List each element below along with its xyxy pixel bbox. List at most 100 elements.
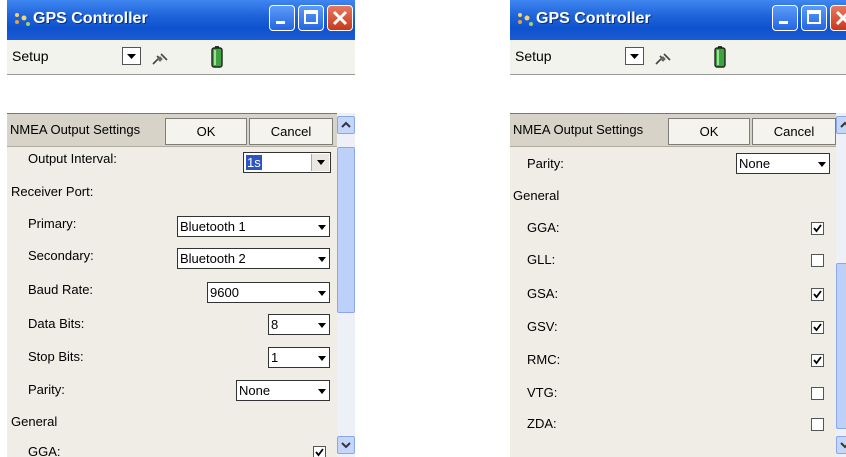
receiver-port-label: Receiver Port: (11, 184, 94, 199)
vtg-label: VTG: (527, 385, 558, 400)
settings-header: NMEA Output Settings OK Cancel (7, 114, 355, 147)
parity-value: None (739, 156, 771, 171)
chevron-down-icon (127, 54, 136, 59)
satellite-icon (152, 53, 168, 65)
general-label: General (11, 414, 58, 429)
output-interval-label: Output Interval: (28, 151, 117, 166)
rmc-label: RMC: (527, 352, 561, 367)
close-button[interactable] (327, 5, 353, 31)
window-title: GPS Controller (33, 10, 148, 27)
gsa-checkbox[interactable] (811, 288, 824, 301)
zda-checkbox[interactable] (811, 418, 824, 431)
secondary-port-select[interactable]: Bluetooth 2 (177, 248, 330, 269)
output-interval-select[interactable]: 1s (243, 152, 331, 173)
gll-label: GLL: (527, 252, 556, 267)
gga-checkbox[interactable] (313, 446, 326, 457)
gsa-label: GSA: (527, 286, 559, 301)
chevron-down-icon (318, 389, 326, 394)
scroll-down-button[interactable] (337, 436, 355, 454)
minimize-button[interactable] (772, 5, 798, 31)
gsv-label: GSV: (527, 319, 558, 334)
gsv-checkbox[interactable] (811, 321, 824, 334)
parity-select[interactable]: None (236, 380, 330, 401)
status-area (7, 75, 355, 114)
status-area (510, 75, 846, 114)
zda-label: ZDA: (527, 416, 557, 431)
gga-checkbox[interactable] (811, 222, 824, 235)
gga-label: GGA: (527, 220, 560, 235)
primary-port-value: Bluetooth 1 (180, 219, 246, 234)
title-bar: GPS Controller (510, 0, 846, 40)
chevron-down-icon (318, 356, 326, 361)
maximize-button[interactable] (801, 5, 827, 31)
baud-rate-value: 9600 (210, 285, 239, 300)
setup-menu[interactable]: Setup (12, 48, 49, 64)
setup-dropdown-button[interactable] (625, 47, 644, 65)
ok-button[interactable]: OK (165, 118, 247, 145)
close-icon (332, 10, 348, 26)
cancel-button[interactable]: Cancel (752, 118, 836, 145)
chevron-down-icon (840, 442, 846, 449)
scroll-thumb[interactable] (836, 263, 846, 429)
gll-checkbox[interactable] (811, 254, 824, 267)
dropdown-button[interactable] (311, 154, 329, 171)
general-label: General (513, 188, 560, 203)
chevron-down-icon (318, 225, 326, 230)
chevron-down-icon (318, 291, 326, 296)
data-bits-select[interactable]: 8 (268, 314, 330, 335)
maximize-button[interactable] (298, 5, 324, 31)
secondary-label: Secondary: (28, 248, 94, 263)
chevron-down-icon (341, 442, 351, 449)
toolbar: Setup (510, 40, 846, 75)
maximize-icon (807, 10, 821, 24)
setup-dropdown-button[interactable] (122, 47, 141, 65)
stop-bits-label: Stop Bits: (28, 349, 84, 364)
setup-menu[interactable]: Setup (515, 48, 552, 64)
settings-header: NMEA Output Settings OK Cancel (510, 114, 846, 147)
output-interval-value: 1s (246, 155, 262, 170)
chevron-down-icon (317, 160, 325, 165)
ok-button[interactable]: OK (668, 118, 750, 145)
secondary-port-value: Bluetooth 2 (180, 251, 246, 266)
close-button[interactable] (830, 5, 846, 31)
chevron-down-icon (318, 323, 326, 328)
scroll-down-button[interactable] (836, 436, 846, 454)
parity-label: Parity: (527, 156, 564, 171)
minimize-icon (779, 21, 788, 24)
stop-bits-select[interactable]: 1 (268, 347, 330, 368)
settings-list: Parity: None General GGA: GLL: GSA: GSV:… (510, 146, 836, 457)
chevron-up-icon (341, 121, 351, 128)
chevron-down-icon (818, 162, 826, 167)
primary-port-select[interactable]: Bluetooth 1 (177, 216, 330, 237)
data-bits-value: 8 (271, 317, 279, 332)
scroll-up-button[interactable] (836, 116, 846, 134)
app-icon (15, 13, 30, 26)
gga-label: GGA: (28, 444, 61, 457)
checkmark-icon (813, 356, 822, 365)
chevron-down-icon (318, 257, 326, 262)
panel-title: NMEA Output Settings (10, 122, 141, 137)
rmc-checkbox[interactable] (811, 354, 824, 367)
vertical-scrollbar[interactable] (836, 113, 846, 457)
toolbar: Setup (7, 40, 355, 75)
checkmark-icon (315, 448, 324, 457)
vertical-scrollbar[interactable] (337, 113, 355, 457)
parity-select[interactable]: None (736, 153, 830, 174)
title-bar: GPS Controller (7, 0, 355, 40)
baud-rate-select[interactable]: 9600 (207, 282, 330, 303)
primary-label: Primary: (28, 216, 77, 231)
minimize-button[interactable] (269, 5, 295, 31)
app-icon (518, 13, 533, 26)
chevron-up-icon (840, 121, 846, 128)
scroll-thumb[interactable] (337, 147, 355, 313)
gps-controller-window-left: GPS Controller Setup NMEA Output Setting… (7, 0, 355, 457)
battery-icon (211, 46, 223, 68)
window-title: GPS Controller (536, 10, 651, 27)
data-bits-label: Data Bits: (28, 316, 85, 331)
scroll-up-button[interactable] (337, 116, 355, 134)
gps-controller-window-right: GPS Controller Setup NMEA Output Setting… (510, 0, 846, 457)
cancel-button[interactable]: Cancel (249, 118, 333, 145)
checkmark-icon (813, 224, 822, 233)
vtg-checkbox[interactable] (811, 387, 824, 400)
chevron-down-icon (630, 54, 639, 59)
